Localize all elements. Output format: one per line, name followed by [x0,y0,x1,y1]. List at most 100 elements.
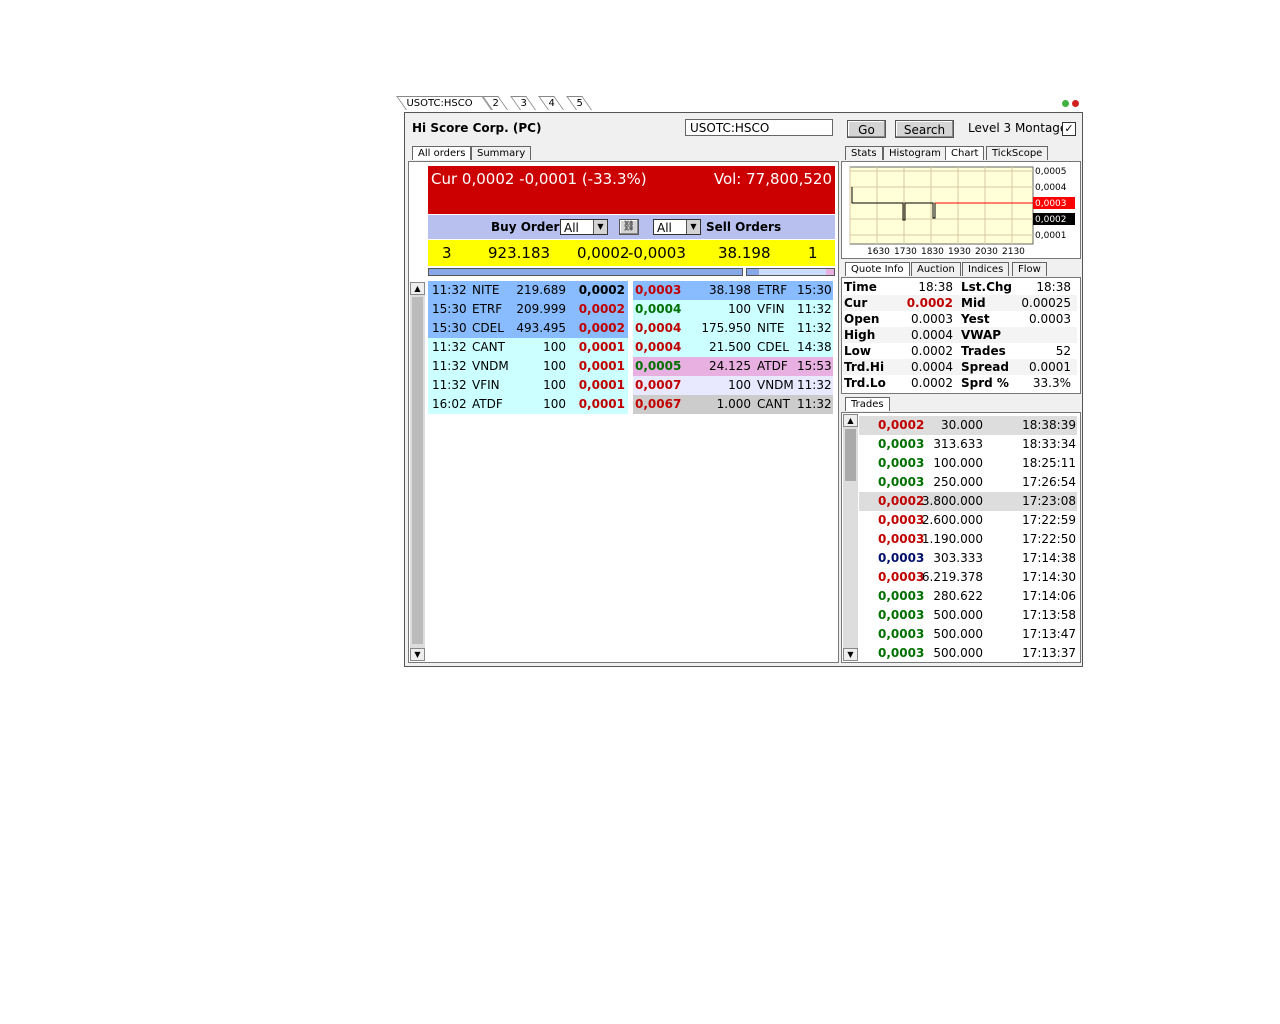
ask-row[interactable]: 0,0007 100 VNDM 11:32 [633,376,833,395]
chart-x-tick: 1830 [921,247,944,257]
bid-row[interactable]: 11:32 VFIN 100 0,0001 [428,376,628,395]
order-totals-bar: 3 923.183 0,0002 -0,0003 38.198 1 [428,240,835,266]
scroll-thumb[interactable] [412,297,423,644]
bid-size: 100 [543,359,566,373]
buy-filter-select[interactable]: All ▼ [560,219,608,235]
trade-time: 17:22:59 [1022,513,1076,527]
current-price-text: Cur 0,0002 -0,0001 (-33.3%) [431,170,647,188]
trade-price: 0,0003 [878,437,925,451]
orders-scrollbar[interactable]: ▲ ▼ [410,282,425,661]
chart-y-tick: 0,0002 [1035,215,1067,225]
ask-time: 14:38 [797,340,832,354]
ask-size: 24.125 [709,359,751,373]
trade-row: 0,0003 250.000 17:26:54 [859,473,1077,492]
tab-tickscope[interactable]: TickScope [986,146,1049,160]
trades-scrollbar[interactable]: ▲ ▼ [843,414,858,661]
tab-quote-info[interactable]: Quote Info [845,262,910,276]
trade-row: 0,0003 100.000 18:25:11 [859,454,1077,473]
trade-time: 17:23:08 [1022,494,1076,508]
ask-market-maker: VFIN [757,302,785,316]
quote-value: 18:38 [918,280,953,294]
quote-value: 18:38 [1036,280,1071,294]
tab-indices[interactable]: Indices [962,262,1010,276]
bid-row[interactable]: 11:32 VNDM 100 0,0001 [428,357,628,376]
tab-histogram[interactable]: Histogram [883,146,947,160]
ask-price: 0,0004 [635,321,682,335]
ask-row[interactable]: 0,0004 21.500 CDEL 14:38 [633,338,833,357]
tab-all-orders[interactable]: All orders [412,146,472,160]
ask-row[interactable]: 0,0067 1.000 CANT 11:32 [633,395,833,414]
sell-best-price: -0,0003 [628,244,686,262]
chart-y-tick: 0,0003 [1035,199,1067,209]
level3-checkbox[interactable]: ✓ [1062,122,1076,136]
trade-time: 18:25:11 [1022,456,1076,470]
window-tab-5[interactable]: 5 [566,96,593,110]
trade-row: 0,0003 1.190.000 17:22:50 [859,530,1077,549]
buy-best-price: 0,0002 [577,244,630,262]
quote-value: 0.0002 [911,344,953,358]
window-tab-3[interactable]: 3 [510,96,537,110]
ask-row[interactable]: 0,0004 175.950 NITE 11:32 [633,319,833,338]
tab-flow[interactable]: Flow [1012,262,1047,276]
trade-price: 0,0002 [878,418,925,432]
chart-x-tick: 1930 [948,247,971,257]
ask-row[interactable]: 0,0004 100 VFIN 11:32 [633,300,833,319]
trade-time: 18:33:34 [1022,437,1076,451]
scroll-down-icon[interactable]: ▼ [410,648,425,661]
close-icon[interactable] [1072,100,1079,107]
ask-time: 11:32 [797,397,832,411]
ask-price: 0,0003 [635,283,682,297]
scroll-up-icon[interactable]: ▲ [410,282,425,295]
ask-row[interactable]: 0,0005 24.125 ATDF 15:53 [633,357,833,376]
quote-row: Trd.Lo 0.0002 Sprd % 33.3% [843,375,1077,391]
quote-label: Cur [844,296,868,310]
chart-x-tick: 1630 [867,247,890,257]
quote-label: Trades [961,344,1006,358]
bid-row[interactable]: 15:30 CDEL 493.495 0,0002 [428,319,628,338]
quote-label: Yest [961,312,990,326]
scroll-down-icon[interactable]: ▼ [843,648,858,661]
bid-row[interactable]: 11:32 NITE 219.689 0,0002 [428,281,628,300]
tab-chart[interactable]: Chart [945,146,985,160]
trade-row: 0,0003 280.622 17:14:06 [859,587,1077,606]
quote-value: 33.3% [1032,376,1071,390]
link-icon[interactable]: ⛓ [619,219,639,235]
chart-y-tick: 0,0005 [1035,167,1067,177]
window-tab-4[interactable]: 4 [538,96,565,110]
sell-filter-select[interactable]: All ▼ [653,219,701,235]
tab-summary[interactable]: Summary [471,146,532,160]
trade-size: 500.000 [933,627,983,641]
price-header: Cur 0,0002 -0,0001 (-33.3%) Vol: 77,800,… [428,166,835,214]
trade-size: 6.219.378 [921,570,983,584]
trade-price: 0,0003 [878,475,925,489]
order-filter-bar: Buy Orders All ▼ ⛓ All ▼ Sell Orders [428,215,835,239]
ask-row[interactable]: 0,0003 38.198 ETRF 15:30 [633,281,833,300]
quote-value: 0.0004 [911,328,953,342]
scroll-up-icon[interactable]: ▲ [843,414,858,427]
scroll-thumb[interactable] [845,429,856,481]
quote-value: 0.0002 [911,376,953,390]
search-button[interactable]: Search [895,120,954,138]
ask-time: 15:30 [797,283,832,297]
go-button[interactable]: Go [847,120,886,138]
bid-price: 0,0001 [578,359,625,373]
trade-time: 17:13:47 [1022,627,1076,641]
quote-value: 0.0002 [906,296,953,310]
tab-trades[interactable]: Trades [845,397,890,411]
trade-size: 280.622 [933,589,983,603]
bid-time: 15:30 [432,321,467,335]
tab-auction[interactable]: Auction [911,262,961,276]
bid-row[interactable]: 11:32 CANT 100 0,0001 [428,338,628,357]
bid-row[interactable]: 16:02 ATDF 100 0,0001 [428,395,628,414]
ask-market-maker: CANT [757,397,790,411]
bid-row[interactable]: 15:30 ETRF 209.999 0,0002 [428,300,628,319]
window-tab-1[interactable]: USOTC:HSCO [396,96,492,110]
trade-size: 250.000 [933,475,983,489]
symbol-input[interactable]: USOTC:HSCO [685,119,833,136]
trade-price: 0,0003 [878,589,925,603]
quote-row: Trd.Hi 0.0004 Spread 0.0001 [843,359,1077,375]
trade-size: 3.800.000 [921,494,983,508]
maximize-icon[interactable] [1062,100,1069,107]
tab-stats[interactable]: Stats [845,146,883,160]
trade-row: 0,0003 2.600.000 17:22:59 [859,511,1077,530]
